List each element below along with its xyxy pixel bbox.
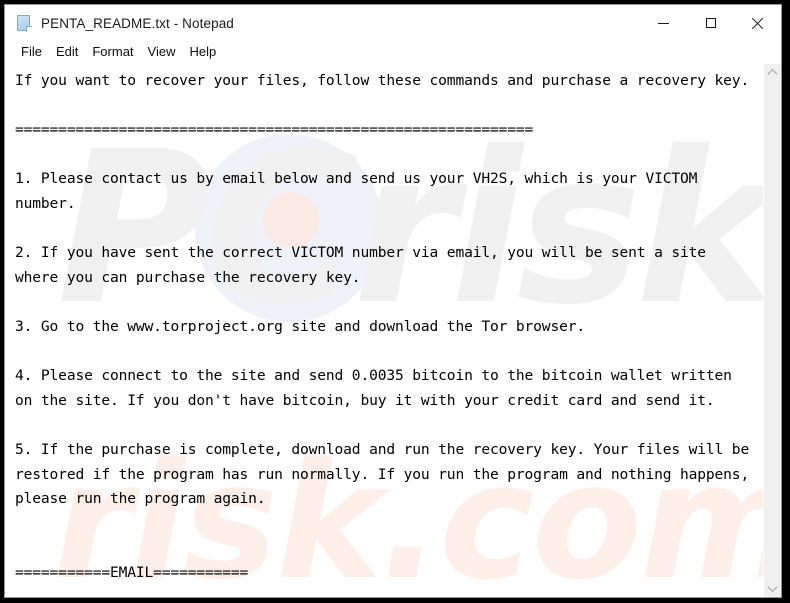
menu-bar: File Edit Format View Help bbox=[5, 41, 781, 63]
window-controls bbox=[640, 5, 781, 41]
menu-item-edit[interactable]: Edit bbox=[49, 42, 85, 62]
editor-area: PCrisk risk.com If you want to recover y… bbox=[5, 63, 781, 597]
menu-item-help[interactable]: Help bbox=[182, 42, 223, 62]
menu-item-file[interactable]: File bbox=[14, 42, 49, 62]
menu-item-view[interactable]: View bbox=[141, 42, 183, 62]
menu-item-format[interactable]: Format bbox=[85, 42, 140, 62]
title-bar[interactable]: PENTA_README.txt - Notepad bbox=[5, 5, 781, 41]
scroll-up-button[interactable] bbox=[764, 64, 781, 81]
window-title: PENTA_README.txt - Notepad bbox=[41, 15, 234, 31]
maximize-button[interactable] bbox=[687, 5, 734, 41]
vertical-scrollbar[interactable] bbox=[763, 64, 781, 597]
minimize-icon bbox=[658, 22, 669, 24]
scroll-down-button[interactable] bbox=[764, 580, 781, 597]
close-button[interactable] bbox=[734, 5, 781, 41]
text-editor[interactable]: PCrisk risk.com If you want to recover y… bbox=[5, 64, 763, 597]
note-body: If you want to recover your files, follo… bbox=[15, 72, 750, 581]
chevron-up-icon bbox=[767, 68, 778, 79]
close-icon bbox=[751, 17, 764, 30]
notepad-window: PENTA_README.txt - Notepad File Edit For… bbox=[4, 4, 782, 598]
minimize-button[interactable] bbox=[640, 5, 687, 41]
scrollbar-track[interactable] bbox=[764, 81, 781, 580]
notepad-document-icon bbox=[16, 14, 33, 32]
title-bar-left: PENTA_README.txt - Notepad bbox=[5, 14, 234, 32]
chevron-down-icon bbox=[767, 582, 778, 593]
ransom-note-text: If you want to recover your files, follo… bbox=[5, 64, 763, 597]
maximize-icon bbox=[705, 18, 716, 28]
